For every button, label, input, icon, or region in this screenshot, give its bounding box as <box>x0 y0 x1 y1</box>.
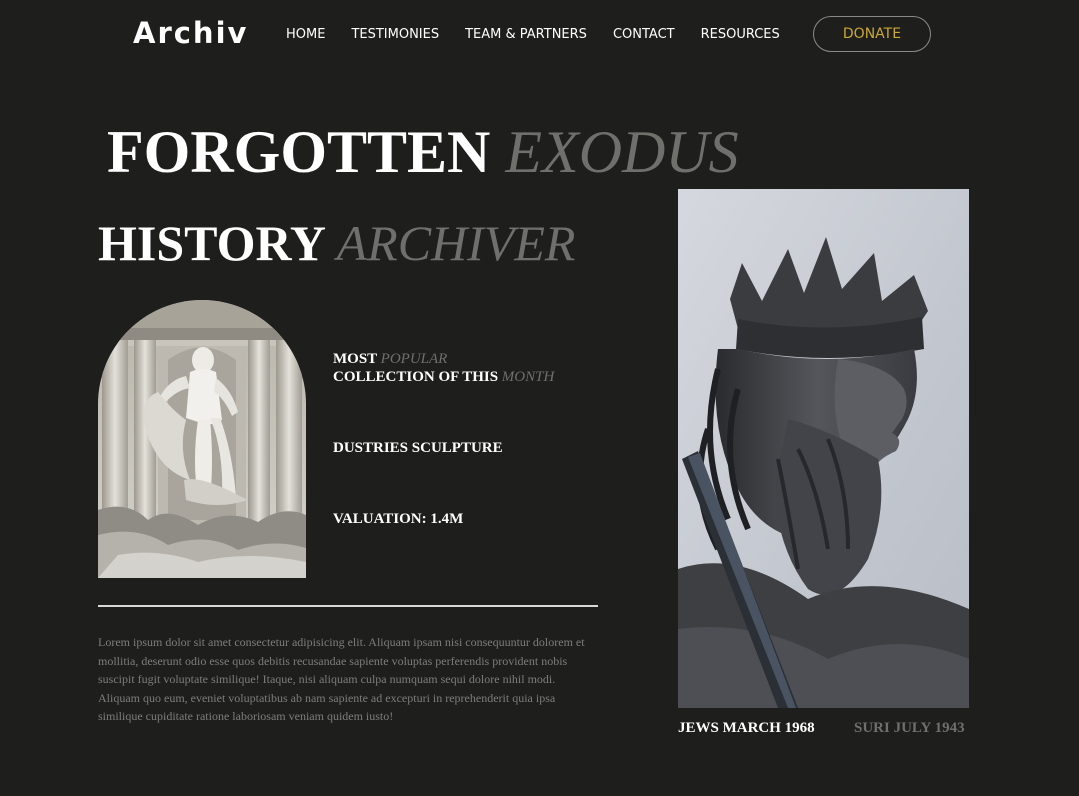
site-logo[interactable]: Archiv <box>133 16 248 50</box>
hero-title-1a: FORGOTTEN <box>107 119 491 185</box>
feature-heading: MOST POPULAR COLLECTION OF THIS MONTH <box>333 350 554 386</box>
main-nav: HOME TESTIMONIES TEAM & PARTNERS CONTACT… <box>286 27 806 42</box>
feature-name: DUSTRIES SCULPTURE <box>333 440 503 456</box>
caption-left: JEWS MARCH 1968 <box>678 720 815 736</box>
fountain-sculpture-image <box>98 300 306 578</box>
caption-right: SURI JULY 1943 <box>854 720 965 736</box>
body-paragraph: Lorem ipsum dolor sit amet consectetur a… <box>98 635 585 724</box>
feature-valuation: VALUATION: 1.4M <box>333 511 464 527</box>
feature-line-1b: POPULAR <box>380 351 448 367</box>
hero-title-2b: ARCHIVER <box>336 215 576 271</box>
hero-title-2a: HISTORY <box>98 215 325 271</box>
nav-team-partners[interactable]: TEAM & PARTNERS <box>465 27 587 42</box>
nav-testimonies[interactable]: TESTIMONIES <box>351 27 439 42</box>
feature-line-1: MOST POPULAR <box>333 350 554 368</box>
feature-line-1a: MOST <box>333 351 377 367</box>
feature-line-2a: COLLECTION OF THIS <box>333 369 499 385</box>
feature-line-2b: MONTH <box>501 369 555 385</box>
section-divider <box>98 605 598 607</box>
hero-title-1b: EXODUS <box>505 119 739 185</box>
hero-title-line-2: HISTORY ARCHIVER <box>98 218 575 268</box>
crowned-statue-image <box>678 189 969 708</box>
hero-title-line-1: FORGOTTEN EXODUS <box>107 122 739 182</box>
nav-resources[interactable]: RESOURCES <box>701 27 780 42</box>
nav-home[interactable]: HOME <box>286 27 325 42</box>
feature-line-2: COLLECTION OF THIS MONTH <box>333 368 554 386</box>
donate-button[interactable]: DONATE <box>813 16 931 52</box>
nav-contact[interactable]: CONTACT <box>613 27 675 42</box>
